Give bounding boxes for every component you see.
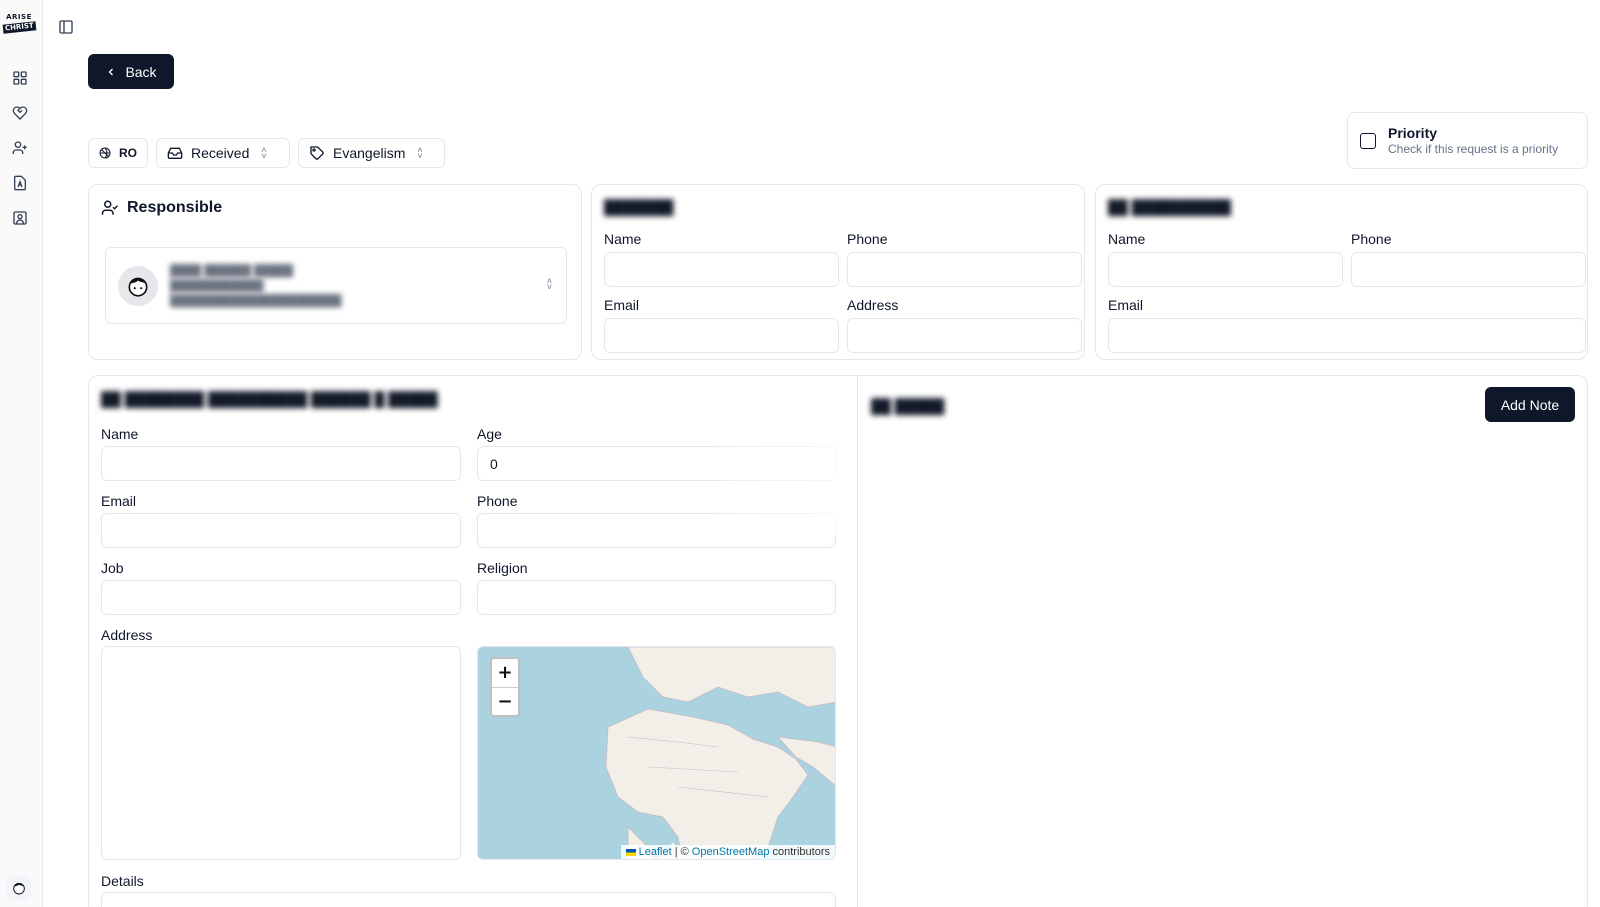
responsible-title-label: Responsible [127,199,223,216]
leaflet-link[interactable]: Leaflet [639,846,672,858]
contact-card-c: ██ ██████████ Name Phone Email [1095,184,1588,360]
person-email-label: Email [101,493,137,509]
person-job-input[interactable] [101,580,461,615]
back-button[interactable]: Back [88,54,174,89]
category-select[interactable]: Evangelism ˄ ˅ [298,138,445,168]
openstreetmap-link[interactable]: OpenStreetMap [692,846,770,858]
responsible-select[interactable]: ████ ██████ █████ ████████████ █████████… [105,247,567,324]
back-button-label: Back [125,63,157,80]
contact-b-email-label: Email [604,297,640,313]
person-email-input[interactable] [101,513,461,548]
user-plus-icon[interactable] [11,139,29,157]
status-select[interactable]: Received ˄ ˅ [156,138,290,168]
add-note-button[interactable]: Add Note [1485,387,1575,422]
contact-b-name-input[interactable] [604,252,839,287]
language-value: RO [119,146,137,160]
person-name-label: Name [101,426,139,442]
contact-b-email-input[interactable] [604,318,839,353]
person-details-label: Details [101,873,144,889]
priority-checkbox[interactable] [1360,132,1376,149]
person-details-textarea[interactable] [101,892,836,907]
responsible-title: Responsible [101,199,222,217]
contact-c-phone-label: Phone [1351,231,1392,247]
responsible-name: ████ ██████ █████ [170,264,294,277]
contact-c-title: ██ ██████████ [1108,199,1231,215]
attribution-separator: | © [674,846,689,858]
logo-line-2: CHRIST [2,21,36,34]
person-title: ██ ████████ ██████████ ██████ █ █████ [101,391,438,407]
sidebar-toggle-icon[interactable] [57,18,75,36]
contact-b-phone-input[interactable] [847,252,1082,287]
tag-icon [310,146,324,160]
user-avatar[interactable] [7,876,31,900]
language-chip[interactable]: RO [88,138,148,168]
person-age-label: Age [477,426,502,442]
contact-b-name-label: Name [604,231,642,247]
map-tiles [605,647,835,859]
responsible-card: Responsible ████ ██████ █████ ██████████… [88,184,582,360]
logo-line-1: ARISE [6,13,32,21]
chevrons-up-down-icon: ˄ ˅ [417,144,423,161]
dashboard-icon[interactable] [11,69,29,87]
person-religion-label: Religion [477,560,528,576]
contact-b-address-input[interactable] [847,318,1082,353]
attribution-contributors: contributors [772,846,830,858]
status-value: Received [191,145,250,161]
contact-icon[interactable] [11,209,29,227]
contact-c-name-label: Name [1108,231,1146,247]
contact-card-b: ███████ Name Phone Email Address [591,184,1085,360]
sidebar: ARISE CHRIST [0,0,43,907]
contact-b-address-label: Address [847,297,899,313]
person-phone-label: Phone [477,493,518,509]
ukraine-flag-icon [625,848,636,856]
chevrons-up-down-icon: ˄ ˅ [261,144,267,161]
person-religion-input[interactable] [477,580,836,615]
map-zoom-control: + − [490,657,520,717]
contact-c-email-input[interactable] [1108,318,1586,353]
category-value: Evangelism [333,145,406,161]
contact-c-phone-input[interactable] [1351,252,1586,287]
person-notes-card: ██ ████████ ██████████ ██████ █ █████ Na… [88,375,1588,907]
chevrons-up-down-icon: ˄ ˅ [546,276,552,293]
priority-title: Priority [1388,125,1438,141]
contact-b-title: ███████ [604,199,674,215]
person-address-label: Address [101,627,153,643]
contact-c-name-input[interactable] [1108,252,1343,287]
person-name-input[interactable] [101,446,461,481]
user-check-icon [101,200,119,215]
responsible-detail: ████████████ [170,279,264,292]
notes-divider [857,376,858,907]
document-icon[interactable] [11,174,29,192]
responsible-email: ██████████████████████ [170,294,342,307]
globe-off-icon [99,147,111,159]
contact-b-phone-label: Phone [847,231,888,247]
priority-subtitle: Check if this request is a priority [1388,142,1559,156]
contact-c-email-label: Email [1108,297,1144,313]
priority-box: Priority Check if this request is a prio… [1347,112,1588,169]
person-address-textarea[interactable] [101,646,461,860]
address-map[interactable]: + − Leaflet | © OpenStreetMap contributo… [477,646,836,860]
inbox-icon [167,147,183,159]
app-logo[interactable]: ARISE CHRIST [2,10,36,36]
map-attribution: Leaflet | © OpenStreetMap contributors [620,845,835,859]
responsible-avatar [118,265,158,306]
chevron-left-icon [109,68,114,75]
zoom-out-button[interactable]: − [492,688,518,716]
heart-handshake-icon[interactable] [11,104,29,122]
person-job-label: Job [101,560,124,576]
zoom-in-button[interactable]: + [492,659,518,688]
notes-title: ██ █████ [871,398,945,414]
